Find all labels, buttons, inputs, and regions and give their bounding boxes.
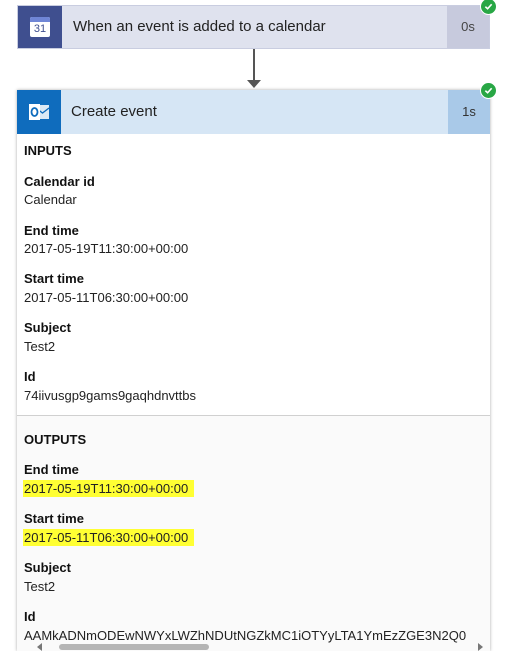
trigger-icon-box: 31 (18, 6, 62, 48)
output-value-end-time: 2017-05-19T11:30:00+00:00 (23, 480, 195, 497)
output-label-subject: Subject (24, 560, 71, 575)
trigger-card[interactable]: 31 When an event is added to a calendar … (17, 5, 490, 49)
scroll-right-icon[interactable] (478, 643, 483, 651)
flow-run-canvas: 31 When an event is added to a calendar … (0, 0, 512, 651)
input-value-start-time: 2017-05-11T06:30:00+00:00 (24, 290, 189, 305)
action-header[interactable]: Create event 1s (17, 90, 490, 134)
calendar-icon: 31 (30, 17, 50, 37)
output-value-start-time: 2017-05-11T06:30:00+00:00 (23, 529, 195, 546)
input-label-subject: Subject (24, 320, 71, 335)
inputs-heading: INPUTS (24, 143, 72, 158)
input-value-subject: Test2 (24, 339, 56, 354)
connector-arrow-icon (247, 80, 261, 88)
input-label-calendar-id: Calendar id (24, 174, 95, 189)
scroll-thumb[interactable] (59, 644, 209, 650)
input-label-id: Id (24, 369, 36, 384)
output-value-start-time-highlight: 2017-05-11T06:30:00+00:00 (23, 529, 195, 546)
connector-line (253, 49, 255, 81)
scroll-left-icon[interactable] (37, 643, 42, 651)
output-value-subject: Test2 (24, 579, 56, 594)
trigger-title: When an event is added to a calendar (73, 18, 326, 35)
output-value-end-time-highlight: 2017-05-19T11:30:00+00:00 (23, 480, 195, 497)
outputs-heading: OUTPUTS (24, 432, 87, 447)
output-label-start-time: Start time (24, 511, 84, 526)
output-label-id: Id (24, 609, 36, 624)
horizontal-scrollbar[interactable] (25, 643, 485, 651)
action-success-check-icon (480, 82, 497, 99)
action-card: Create event 1s INPUTS Calendar id Calen… (17, 90, 490, 651)
output-label-end-time: End time (24, 462, 79, 477)
input-label-end-time: End time (24, 223, 79, 238)
input-value-calendar-id: Calendar (24, 192, 77, 207)
input-value-end-time: 2017-05-19T11:30:00+00:00 (24, 241, 189, 256)
trigger-success-check-icon (480, 0, 497, 15)
input-value-id: 74iivusgp9gams9gaqhdnvttbs (24, 388, 197, 403)
action-title: Create event (71, 103, 157, 120)
output-value-id: AAMkADNmODEwNWYxLWZhNDUtNGZkMC1iOTYyLTA1… (24, 628, 467, 643)
input-label-start-time: Start time (24, 271, 84, 286)
outlook-icon-box (17, 90, 61, 134)
outlook-icon (29, 104, 50, 120)
calendar-icon-number: 31 (33, 23, 47, 35)
